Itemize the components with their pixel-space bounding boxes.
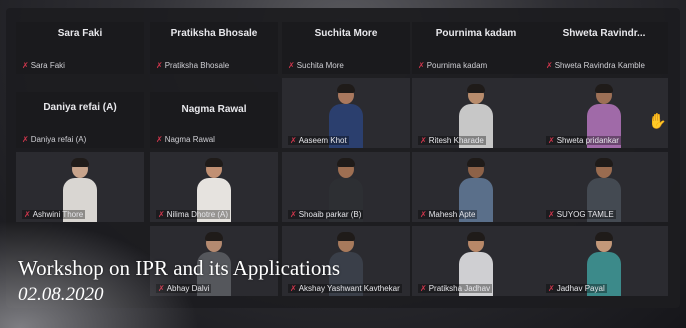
hand-raised-icon: ✋ xyxy=(648,113,667,130)
participant-label: ✗ Pratiksha Jadhav xyxy=(418,284,493,293)
muted-mic-icon: ✗ xyxy=(420,284,427,293)
participant-label: ✗ Ritesh Kharade xyxy=(418,136,486,145)
participant-video[interactable]: ✗ SUYOG TAMLE xyxy=(540,152,668,222)
participant-label: ✗ Pournima kadam xyxy=(418,61,488,70)
participant-display-name: Daniya refai (A) xyxy=(43,102,117,113)
participant-label: ✗ Akshay Yashwant Kavthekar xyxy=(288,284,402,293)
muted-mic-icon: ✗ xyxy=(290,210,297,219)
participant-video[interactable]: ✗ Aaseem Khot xyxy=(282,78,410,148)
muted-mic-icon: ✗ xyxy=(420,136,427,145)
muted-mic-icon: ✗ xyxy=(548,210,555,219)
muted-mic-icon: ✗ xyxy=(546,61,553,70)
participant-label: ✗ Jadhav Payal xyxy=(546,284,607,293)
participant-label: ✗ Daniya refai (A) xyxy=(22,135,87,144)
participant-label: ✗ Ashwini Thore xyxy=(22,210,86,219)
participant-video[interactable]: ✗ Nilima Dhotre (A) xyxy=(150,152,278,222)
participant-display-name: Shweta Ravindr... xyxy=(562,28,646,39)
participant-tile[interactable]: Nagma Rawal ✗ Nagma Rawal xyxy=(150,92,278,148)
participant-video[interactable]: ✗ Mahesh Apte xyxy=(412,152,540,222)
participant-tile[interactable]: Daniya refai (A) ✗ Daniya refai (A) xyxy=(16,92,144,148)
muted-mic-icon: ✗ xyxy=(290,284,297,293)
workshop-title: Workshop on IPR and its Applications xyxy=(18,256,341,280)
muted-mic-icon: ✗ xyxy=(290,136,297,145)
participant-label: ✗ Nilima Dhotre (A) xyxy=(156,210,231,219)
participant-label: ✗ Nagma Rawal xyxy=(156,135,215,144)
muted-mic-icon: ✗ xyxy=(418,61,425,70)
participant-label: ✗ Shoaib parkar (B) xyxy=(288,210,364,219)
participant-display-name: Nagma Rawal xyxy=(181,104,247,115)
participant-tile[interactable]: Sara Faki ✗ Sara Faki xyxy=(16,22,144,74)
muted-mic-icon: ✗ xyxy=(24,210,31,219)
participant-video[interactable]: ✗ Jadhav Payal xyxy=(540,226,668,296)
muted-mic-icon: ✗ xyxy=(22,61,29,70)
participant-label: ✗ Shweta Ravindra Kamble xyxy=(546,61,645,70)
participant-label: ✗ Pratiksha Bhosale xyxy=(156,61,230,70)
participant-label: ✗ Sara Faki xyxy=(22,61,65,70)
participant-display-name: Pournima kadam xyxy=(435,28,517,39)
participant-tile[interactable]: Shweta Ravindr... ✗ Shweta Ravindra Kambl… xyxy=(540,22,668,74)
muted-mic-icon: ✗ xyxy=(22,135,29,144)
muted-mic-icon: ✗ xyxy=(420,210,427,219)
participant-tile[interactable]: Pratiksha Bhosale ✗ Pratiksha Bhosale xyxy=(150,22,278,74)
participant-label: ✗ Aaseem Khot xyxy=(288,136,349,145)
participant-video[interactable]: ✗ Ritesh Kharade xyxy=(412,78,540,148)
participant-display-name: Pratiksha Bhosale xyxy=(170,28,258,39)
participant-video[interactable]: ✗ Pratiksha Jadhav xyxy=(412,226,540,296)
muted-mic-icon: ✗ xyxy=(288,61,295,70)
participant-video[interactable]: ✗ Ashwini Thore xyxy=(16,152,144,222)
muted-mic-icon: ✗ xyxy=(548,136,555,145)
workshop-date: 02.08.2020 xyxy=(18,284,104,305)
participant-tile[interactable]: Suchita More ✗ Suchita More xyxy=(282,22,410,74)
participant-label: ✗ Suchita More xyxy=(288,61,344,70)
muted-mic-icon: ✗ xyxy=(156,135,163,144)
muted-mic-icon: ✗ xyxy=(156,61,163,70)
participant-display-name: Sara Faki xyxy=(57,28,103,39)
muted-mic-icon: ✗ xyxy=(158,210,165,219)
participant-label: ✗ Mahesh Apte xyxy=(418,210,478,219)
participant-video[interactable]: ✗ Shoaib parkar (B) xyxy=(282,152,410,222)
participant-display-name: Suchita More xyxy=(314,28,378,39)
participant-label: ✗ Shweta pridankar xyxy=(546,136,621,145)
muted-mic-icon: ✗ xyxy=(548,284,555,293)
participant-label: ✗ SUYOG TAMLE xyxy=(546,210,616,219)
participant-tile[interactable]: Pournima kadam ✗ Pournima kadam xyxy=(412,22,540,74)
